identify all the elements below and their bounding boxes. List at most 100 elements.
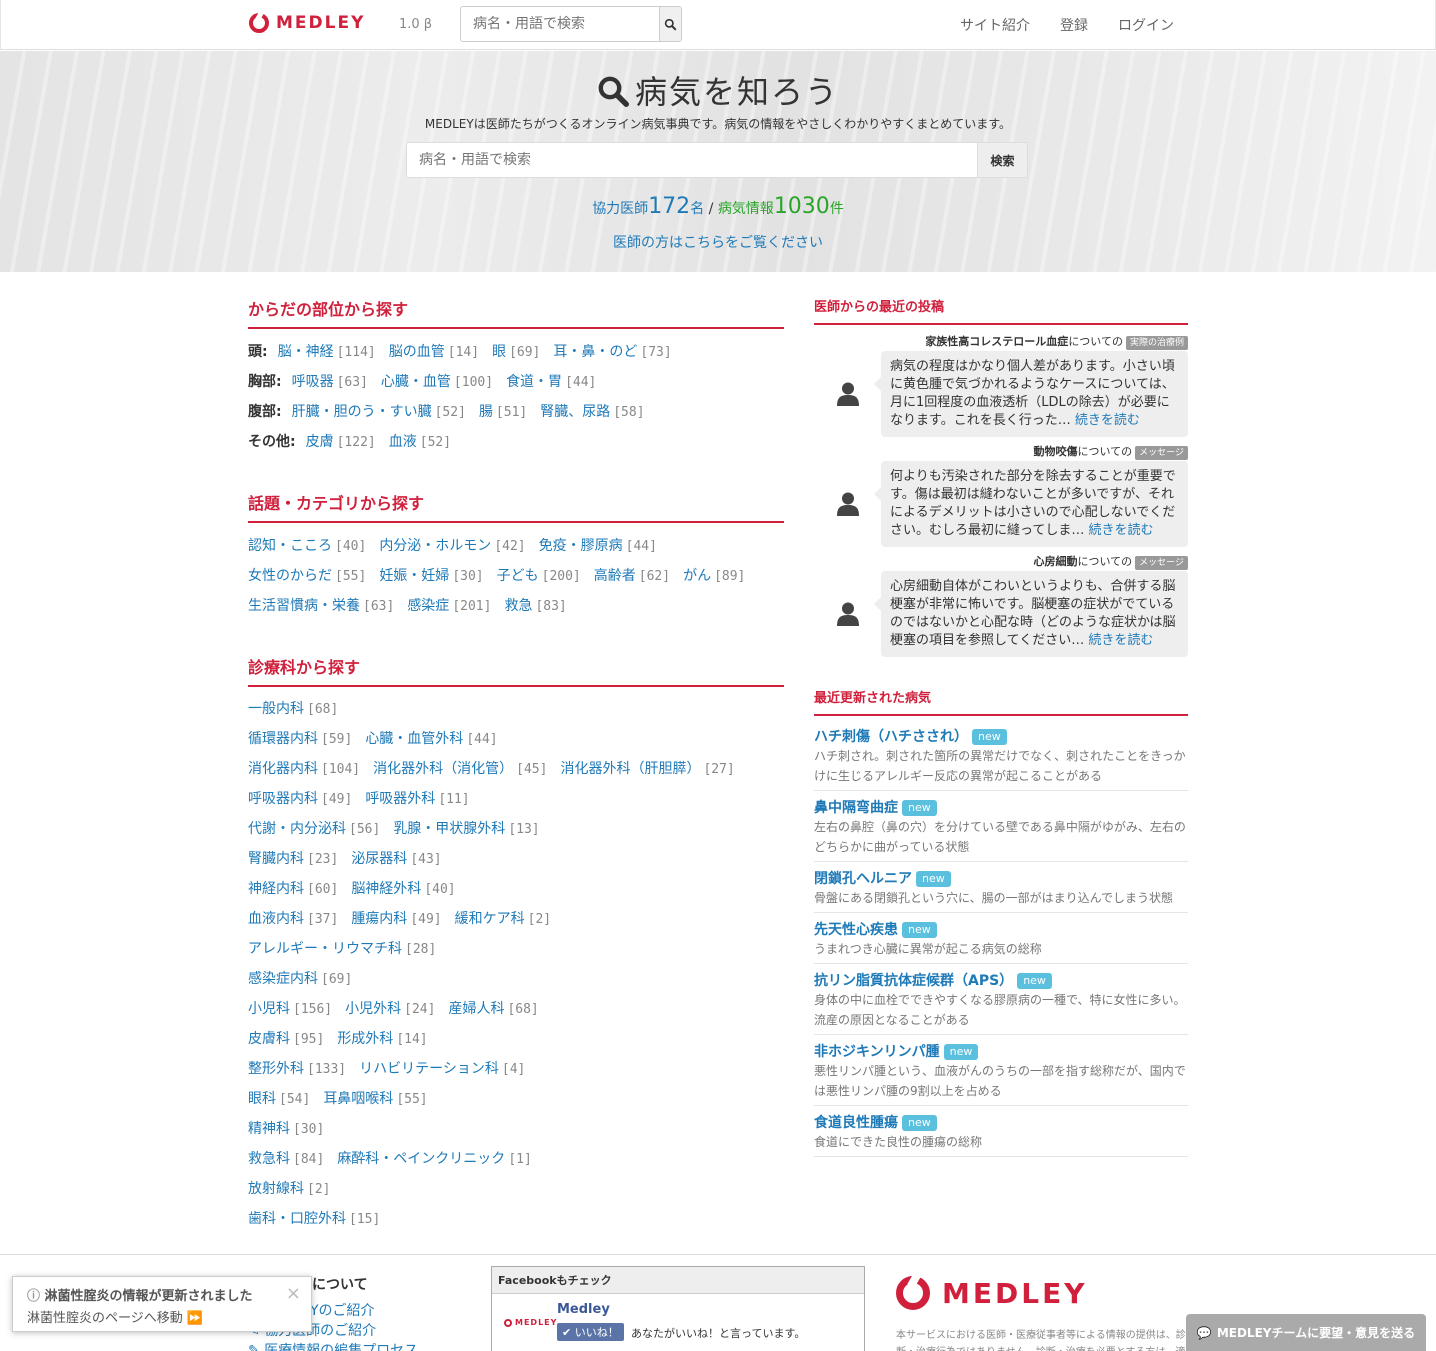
browse-link[interactable]: 認知・こころ <box>248 538 332 554</box>
browse-link[interactable]: 呼吸器内科 <box>248 791 318 807</box>
browse-link[interactable]: 腎臓、尿路 <box>540 404 610 420</box>
browse-link[interactable]: 消化器外科（肝胆膵） <box>560 761 700 777</box>
browse-link[interactable]: 心臓・血管 <box>381 374 451 390</box>
post-topic[interactable]: 心房細動 <box>1034 555 1078 568</box>
browse-link[interactable]: 小児外科 <box>345 1001 401 1017</box>
browse-link[interactable]: 放射線科 <box>248 1181 304 1197</box>
browse-link[interactable]: 歯科・口腔外科 <box>248 1211 346 1227</box>
facebook-like-button[interactable]: ✔ いいね！ <box>557 1323 624 1341</box>
nav-login[interactable]: ログイン <box>1118 15 1174 35</box>
facebook-page-name[interactable]: Medley <box>557 1302 610 1317</box>
header-search-button[interactable] <box>659 7 681 41</box>
browse-link[interactable]: 整形外科 <box>248 1061 304 1077</box>
browse-link[interactable]: 呼吸器外科 <box>365 791 435 807</box>
close-icon[interactable]: × <box>286 1283 301 1304</box>
browse-link[interactable]: 精神科 <box>248 1121 290 1137</box>
browse-link[interactable]: 消化器外科（消化管） <box>373 761 513 777</box>
disease-title-link[interactable]: 閉鎖孔ヘルニア <box>814 871 912 887</box>
feedback-button[interactable]: 💬 MEDLEYチームに要望・意見を送る <box>1186 1314 1426 1351</box>
read-more-link[interactable]: 続きを読む <box>1075 413 1140 428</box>
browse-link[interactable]: 産婦人科 <box>448 1001 504 1017</box>
browse-link[interactable]: 耳鼻咽喉科 <box>323 1091 393 1107</box>
browse-link[interactable]: 消化器内科 <box>248 761 318 777</box>
header-search-input[interactable] <box>461 7 659 41</box>
post-topic[interactable]: 家族性高コレステロール血症 <box>925 335 1068 348</box>
read-more-link[interactable]: 続きを読む <box>1089 523 1154 538</box>
read-more-link[interactable]: 続きを読む <box>1088 633 1153 648</box>
browse-link[interactable]: 血液内科 <box>248 911 304 927</box>
post-tag: メッセージ <box>1135 556 1188 570</box>
browse-link[interactable]: 代謝・内分泌科 <box>248 821 346 837</box>
browse-link[interactable]: 泌尿器科 <box>351 851 407 867</box>
browse-link[interactable]: 心臓・血管外科 <box>365 731 463 747</box>
browse-link[interactable]: 感染症内科 <box>248 971 318 987</box>
browse-link[interactable]: 脳・神経 <box>278 344 334 360</box>
browse-link[interactable]: がん <box>683 568 711 584</box>
browse-link[interactable]: 皮膚科 <box>248 1031 290 1047</box>
browse-link[interactable]: 脳の血管 <box>389 344 445 360</box>
browse-link[interactable]: アレルギー・リウマチ科 <box>248 941 402 957</box>
info-icon: ⓘ <box>27 1289 45 1304</box>
row-label: 胸部: <box>248 374 282 390</box>
footer-link[interactable]: Yのご紹介 <box>310 1303 375 1319</box>
doctor-link[interactable]: 医師の方はこちらをご覧ください <box>0 232 1436 252</box>
updated-disease: ハチ刺傷（ハチさされ） new ハチ刺され。刺された箇所の異常だけでなく、刺されたこ… <box>814 720 1188 791</box>
post-topic[interactable]: 動物咬傷 <box>1034 445 1078 458</box>
browse-link[interactable]: 眼 <box>492 344 506 360</box>
browse-link[interactable]: 感染症 <box>407 598 449 614</box>
browse-link[interactable]: 呼吸器 <box>292 374 334 390</box>
nav-about[interactable]: サイト紹介 <box>960 15 1030 35</box>
browse-link[interactable]: 循環器内科 <box>248 731 318 747</box>
hero-search-input[interactable] <box>407 143 977 177</box>
browse-link[interactable]: 免疫・膠原病 <box>539 538 623 554</box>
disease-title-link[interactable]: 先天性心疾患 <box>814 922 898 938</box>
browse-link[interactable]: 耳・鼻・のど <box>553 344 637 360</box>
browse-link[interactable]: 妊娠・妊婦 <box>379 568 449 584</box>
toast-link[interactable]: 淋菌性腟炎のページへ移動 <box>27 1311 183 1326</box>
browse-link[interactable]: 神経内科 <box>248 881 304 897</box>
item-count: [52] <box>434 405 466 420</box>
browse-link[interactable]: 腎臓内科 <box>248 851 304 867</box>
browse-link[interactable]: 生活習慣病・栄養 <box>248 598 360 614</box>
post-bubble: 何よりも汚染された部分を除去することが重要です。傷は最初は縫わないことが多いです… <box>874 461 1188 547</box>
browse-link[interactable]: 麻酔科・ペインクリニック <box>337 1151 505 1167</box>
browse-link[interactable]: 血液 <box>389 434 417 450</box>
item-count: [2] <box>307 1182 331 1197</box>
browse-link[interactable]: 腸 <box>479 404 493 420</box>
browse-link[interactable]: 腫瘍内科 <box>351 911 407 927</box>
item-count: [69] <box>509 345 541 360</box>
footer-link[interactable]: 医療情報の編集プロセス <box>264 1343 418 1351</box>
facebook-like-text: あなたがいいね！と言っています。 <box>631 1327 806 1340</box>
browse-link[interactable]: 肝臓・胆のう・すい臓 <box>292 404 432 420</box>
avatar <box>814 571 881 657</box>
browse-link[interactable]: 救急科 <box>248 1151 290 1167</box>
disease-title-link[interactable]: 食道良性腫瘍 <box>814 1115 898 1131</box>
browse-link[interactable]: 乳腺・甲状腺外科 <box>393 821 505 837</box>
browse-link[interactable]: 子ども <box>497 568 539 584</box>
browse-link[interactable]: 形成外科 <box>337 1031 393 1047</box>
browse-link[interactable]: 一般内科 <box>248 701 304 717</box>
browse-link[interactable]: 女性のからだ <box>248 568 332 584</box>
browse-link[interactable]: 高齢者 <box>594 568 636 584</box>
updated-disease: 食道良性腫瘍 new 食道にできた良性の腫瘍の総称 <box>814 1106 1188 1157</box>
browse-link[interactable]: 皮膚 <box>306 434 334 450</box>
nav-register[interactable]: 登録 <box>1060 15 1088 35</box>
medley-logo[interactable]: MEDLEY <box>249 13 365 33</box>
disease-title-link[interactable]: ハチ刺傷（ハチさされ） <box>814 729 968 745</box>
browse-item: 乳腺・甲状腺外科 [13] <box>393 821 539 837</box>
disease-title-link[interactable]: 非ホジキンリンパ腫 <box>814 1044 940 1060</box>
browse-link[interactable]: リハビリテーション科 <box>359 1061 499 1077</box>
hero-search-button[interactable]: 検索 <box>977 143 1027 177</box>
disease-title-link[interactable]: 鼻中隔弯曲症 <box>814 800 898 816</box>
disease-title-link[interactable]: 抗リン脂質抗体症候群（APS） <box>814 973 1013 989</box>
browse-link[interactable]: 脳神経外科 <box>351 881 421 897</box>
doctor-post: 病気の程度はかなり個人差があります。小さい頃に黄色腫で気づかれるようなケースにつ… <box>814 351 1188 437</box>
browse-link[interactable]: 救急 <box>504 598 532 614</box>
browse-link[interactable]: 内分泌・ホルモン <box>379 538 491 554</box>
browse-link[interactable]: 眼科 <box>248 1091 276 1107</box>
browse-row: 女性のからだ [55] 妊娠・妊婦 [30] 子ども [200] 高齢者 [62] がん [89] <box>248 561 784 591</box>
browse-link[interactable]: 食道・胃 <box>506 374 562 390</box>
item-count: [30] <box>293 1122 325 1137</box>
browse-link[interactable]: 緩和ケア科 <box>455 911 525 927</box>
browse-link[interactable]: 小児科 <box>248 1001 290 1017</box>
